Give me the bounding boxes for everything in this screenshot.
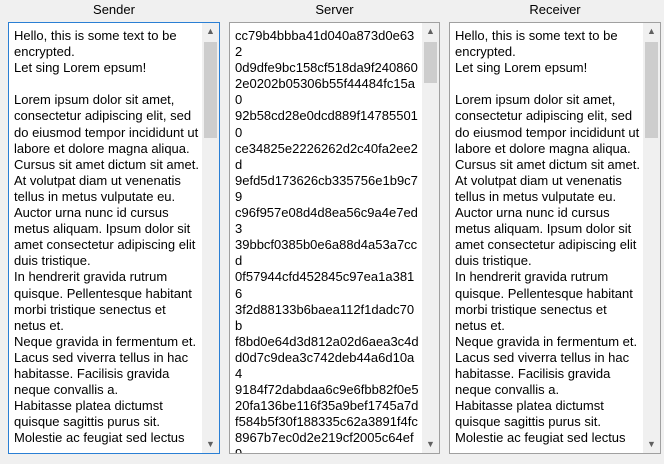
scroll-up-icon[interactable]: ▲ (643, 23, 660, 40)
server-title: Server (315, 2, 354, 17)
sender-scrollbar[interactable]: ▲ ▼ (202, 23, 219, 453)
sender-textbox[interactable]: Hello, this is some text to be encrypted… (8, 22, 220, 454)
scroll-down-icon[interactable]: ▼ (643, 436, 660, 453)
receiver-scrollbar[interactable]: ▲ ▼ (643, 23, 660, 453)
receiver-textbox[interactable]: Hello, this is some text to be encrypted… (449, 22, 661, 454)
scroll-up-icon[interactable]: ▲ (422, 23, 439, 40)
sender-title: Sender (93, 2, 135, 17)
scroll-down-icon[interactable]: ▼ (202, 436, 219, 453)
sender-text[interactable]: Hello, this is some text to be encrypted… (9, 23, 202, 453)
receiver-scroll-thumb[interactable] (645, 42, 658, 138)
scroll-up-icon[interactable]: ▲ (202, 23, 219, 40)
server-scroll-thumb[interactable] (424, 42, 437, 83)
server-scrollbar[interactable]: ▲ ▼ (422, 23, 439, 453)
server-text[interactable]: cc79b4bbba41d040a873d0e632 0d9dfe9bc158c… (230, 23, 422, 453)
scroll-down-icon[interactable]: ▼ (422, 436, 439, 453)
receiver-title: Receiver (529, 2, 581, 17)
sender-scroll-thumb[interactable] (204, 42, 217, 138)
server-textbox[interactable]: cc79b4bbba41d040a873d0e632 0d9dfe9bc158c… (229, 22, 440, 454)
receiver-text[interactable]: Hello, this is some text to be encrypted… (450, 23, 643, 453)
